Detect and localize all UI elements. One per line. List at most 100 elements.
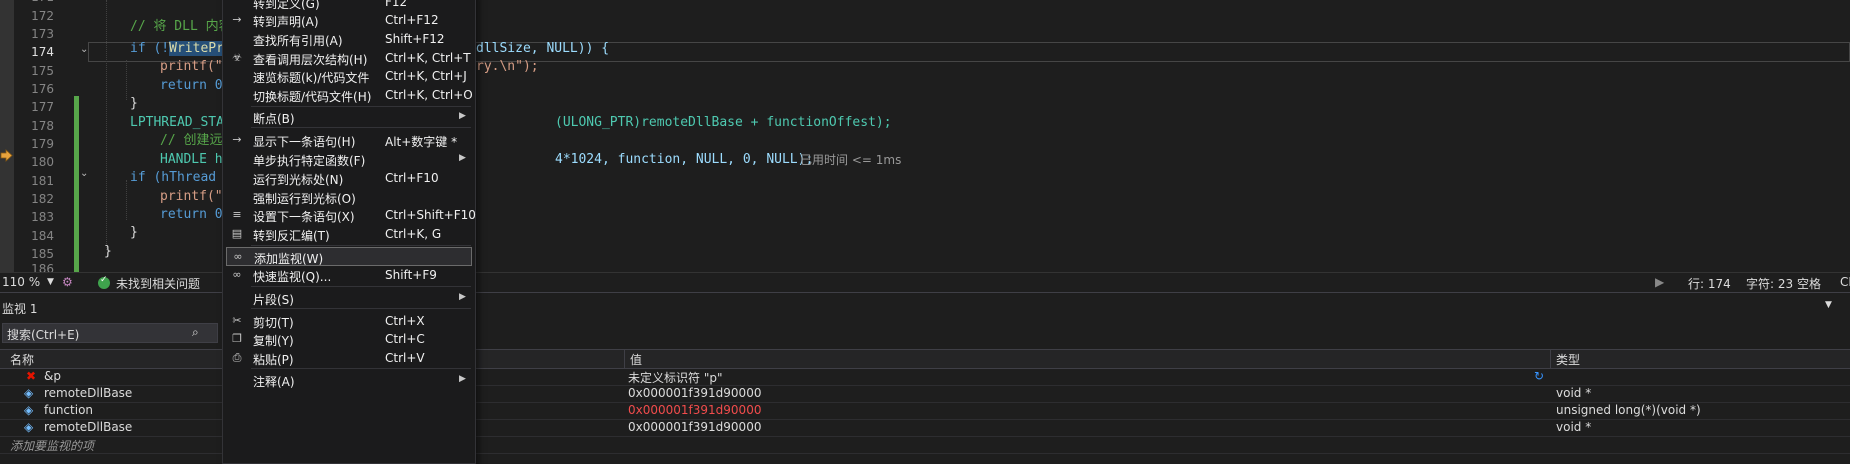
refresh-icon[interactable]: ↻ (1534, 369, 1544, 383)
line-number: 185 (31, 247, 54, 261)
variable-cube-icon: ◈ (24, 420, 34, 434)
menu-item-label: 设置下一条语句(X) (253, 210, 355, 224)
watch-row-name: &p (44, 369, 61, 383)
menu-item-label: 显示下一条语句(H) (253, 135, 356, 149)
go-to-definition-icon (230, 0, 244, 9)
zoom-dropdown-icon[interactable]: ▼ (47, 277, 54, 287)
menu-item-step-into-specific[interactable]: 单步执行特定函数(F) ▶ (223, 150, 473, 169)
line-number: 179 (31, 137, 54, 151)
menu-item-label: 速览标题(k)/代码文件 (253, 71, 370, 85)
watch-row-value: 0x000001f391d90000 (628, 420, 762, 434)
context-menu: 转到定义(G) F12 → 转到声明(A) Ctrl+F12 查找所有引用(A)… (222, 0, 476, 464)
line-number: 180 (31, 155, 54, 169)
menu-item-shortcut: Ctrl+X (385, 314, 425, 328)
menu-item-shortcut: Ctrl+K, Ctrl+O (385, 88, 473, 102)
column-divider[interactable] (1550, 350, 1551, 368)
disassembly-icon: ▤ (231, 227, 243, 240)
menu-item-toggle-header[interactable]: 切换标题/代码文件(H) Ctrl+K, Ctrl+O (223, 86, 473, 105)
scroll-right-icon[interactable]: ▶ (1655, 275, 1664, 289)
search-icon[interactable]: ⌕ (192, 325, 199, 340)
code-line: return 0; (160, 207, 231, 222)
menu-item-go-to-disassembly[interactable]: ▤ 转到反汇编(T) Ctrl+K, G (223, 225, 473, 244)
issues-status[interactable]: 未找到相关问题 (116, 275, 200, 292)
perf-tip[interactable]: 已用时间 <= 1ms (800, 149, 901, 171)
column-header-type[interactable]: 类型 (1556, 351, 1580, 368)
menu-item-breakpoint[interactable]: 断点(B) ▶ (223, 108, 473, 127)
menu-item-show-next-statement[interactable]: → 显示下一条语句(H) Alt+数字键 * (223, 131, 473, 150)
menu-item-shortcut: Ctrl+Shift+F10 (385, 208, 476, 222)
watch-row-type: void * (1556, 420, 1592, 434)
menu-item-label: 片段(S) (253, 293, 294, 307)
menu-item-shortcut: Ctrl+F10 (385, 171, 439, 185)
error-icon: ✖ (26, 369, 37, 383)
scissors-icon: ✂ (232, 314, 242, 327)
call-hierarchy-icon: ☣ (232, 51, 242, 64)
menu-item-label: 强制运行到光标(O) (253, 192, 356, 206)
watch-row-value-changed: 0x000001f391d90000 (628, 403, 762, 417)
line-number: 182 (31, 192, 54, 206)
menu-item-copy[interactable]: ❐ 复制(Y) Ctrl+C (223, 330, 473, 349)
menu-item-cut[interactable]: ✂ 剪切(T) Ctrl+X (223, 312, 473, 331)
watch-row-name: remoteDllBase (44, 420, 133, 434)
spacing-indicator[interactable]: 空格 (1797, 275, 1821, 292)
menu-item-shortcut: Shift+F12 (385, 32, 445, 46)
line-number: 178 (31, 119, 54, 133)
menu-item-label: 粘贴(P) (253, 353, 294, 367)
menu-item-run-to-cursor[interactable]: 运行到光标处(N) Ctrl+F10 (223, 169, 473, 188)
paste-icon: ⎙ (232, 351, 242, 364)
menu-item-call-hierarchy[interactable]: ☣ 查看调用层次结构(H) Ctrl+K, Ctrl+T (223, 49, 473, 68)
menu-item-label: 运行到光标处(N) (253, 173, 344, 187)
line-number: 176 (31, 82, 54, 96)
menu-item-go-to-declaration[interactable]: → 转到声明(A) Ctrl+F12 (223, 11, 473, 30)
line-number: 181 (31, 174, 54, 188)
submenu-arrow-icon: ▶ (459, 374, 466, 384)
submenu-arrow-icon: ▶ (459, 292, 466, 302)
menu-item-quick-watch[interactable]: ∞ 快速监视(Q)... Shift+F9 (223, 266, 473, 285)
menu-separator (251, 127, 471, 128)
column-header-name[interactable]: 名称 (10, 351, 34, 368)
fold-chevron-icon[interactable]: ⌄ (80, 44, 88, 55)
menu-separator (251, 245, 471, 246)
menu-item-label: 剪切(T) (253, 316, 294, 330)
menu-item-label: 查找所有引用(A) (253, 34, 343, 48)
panel-options-icon[interactable]: ▼ (1825, 300, 1832, 310)
checkmark-glyph-icon: ✓ (100, 275, 108, 285)
encoding-indicator[interactable]: CI (1840, 275, 1850, 289)
line-number: 172 (31, 9, 54, 23)
current-statement-arrow-icon (0, 149, 13, 162)
line-number-current: 174 (31, 45, 54, 59)
menu-item-snippet[interactable]: 片段(S) ▶ (223, 289, 473, 308)
menu-item-force-run-to-cursor[interactable]: 强制运行到光标(O) (223, 188, 473, 207)
variable-cube-icon: ◈ (24, 403, 34, 417)
menu-item-set-next-statement[interactable]: ≡ 设置下一条语句(X) Ctrl+Shift+F10 (223, 206, 476, 225)
menu-item-shortcut: F12 (385, 0, 408, 9)
copilot-icon[interactable]: ⚙ (62, 275, 73, 289)
menu-item-find-all-references[interactable]: 查找所有引用(A) Shift+F12 (223, 30, 473, 49)
menu-item-label: 切换标题/代码文件(H) (253, 90, 372, 104)
line-indicator[interactable]: 行: 174 (1688, 275, 1731, 292)
fold-chevron-icon[interactable]: ⌄ (80, 168, 88, 179)
zoom-level[interactable]: 110 % (2, 275, 40, 289)
char-indicator[interactable]: 字符: 23 (1746, 275, 1793, 292)
line-number: 177 (31, 100, 54, 114)
menu-item-label: 添加监视(W) (254, 252, 324, 266)
line-number: 171 (14, 0, 54, 4)
menu-item-shortcut: Ctrl+V (385, 351, 425, 365)
menu-item-comment[interactable]: 注释(A) ▶ (223, 371, 473, 390)
watch-panel-title[interactable]: 监视 1 (2, 300, 37, 317)
column-header-value[interactable]: 值 (630, 351, 642, 368)
menu-item-peek-header[interactable]: 速览标题(k)/代码文件 Ctrl+K, Ctrl+J (223, 67, 473, 86)
menu-item-add-watch[interactable]: ∞ 添加监视(W) (226, 247, 472, 266)
menu-item-shortcut: Ctrl+K, Ctrl+J (385, 69, 467, 83)
menu-item-label: 断点(B) (253, 112, 295, 126)
column-divider[interactable] (624, 350, 625, 368)
menu-item-paste[interactable]: ⎙ 粘贴(P) Ctrl+V (223, 349, 473, 368)
copy-icon: ❐ (232, 332, 242, 345)
variable-cube-icon: ◈ (24, 386, 34, 400)
watch-row-type: void * (1556, 386, 1592, 400)
watch-search-input[interactable]: 搜索(Ctrl+E) (2, 323, 218, 343)
indent-guide (126, 60, 127, 100)
watch-row-value: 0x000001f391d90000 (628, 386, 762, 400)
code-line: } (104, 244, 112, 259)
submenu-arrow-icon: ▶ (459, 153, 466, 163)
